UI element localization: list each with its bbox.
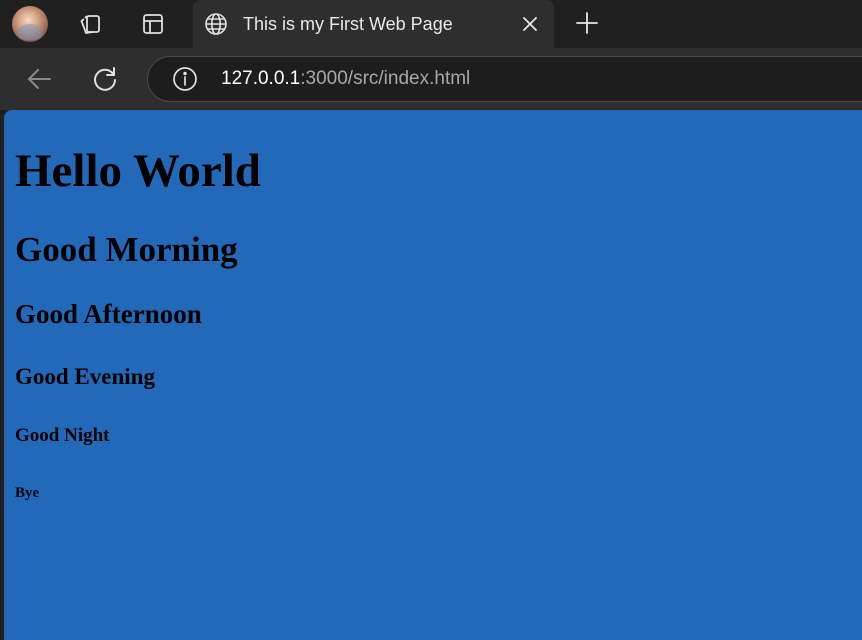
tab-strip: This is my First Web Page bbox=[0, 0, 862, 48]
address-bar[interactable]: 127.0.0.1:3000/src/index.html bbox=[147, 56, 862, 102]
back-arrow-icon[interactable] bbox=[22, 62, 56, 96]
refresh-icon[interactable] bbox=[88, 62, 122, 96]
close-icon[interactable] bbox=[519, 13, 541, 35]
workspaces-icon[interactable] bbox=[74, 8, 106, 40]
heading-2: Good Morning bbox=[15, 230, 238, 269]
info-icon[interactable] bbox=[172, 66, 198, 92]
url-host: 127.0.0.1 bbox=[221, 68, 301, 89]
heading-6: Bye bbox=[15, 485, 40, 501]
tab-active[interactable]: This is my First Web Page bbox=[193, 0, 554, 48]
browser-toolbar: 127.0.0.1:3000/src/index.html bbox=[0, 48, 862, 110]
url-path: :3000/src/index.html bbox=[300, 68, 471, 89]
page-content: Hello World Good Morning Good Afternoon … bbox=[4, 110, 862, 640]
url-text[interactable]: 127.0.0.1:3000/src/index.html bbox=[221, 66, 470, 92]
profile-avatar[interactable] bbox=[12, 6, 48, 42]
heading-3: Good Afternoon bbox=[15, 299, 202, 329]
heading-4: Good Evening bbox=[15, 364, 155, 389]
heading-1: Hello World bbox=[15, 145, 261, 197]
heading-5: Good Night bbox=[15, 425, 110, 446]
tab-title: This is my First Web Page bbox=[243, 14, 453, 34]
plus-icon[interactable] bbox=[572, 8, 602, 38]
globe-icon bbox=[205, 13, 227, 35]
tab-actions-icon[interactable] bbox=[137, 8, 169, 40]
